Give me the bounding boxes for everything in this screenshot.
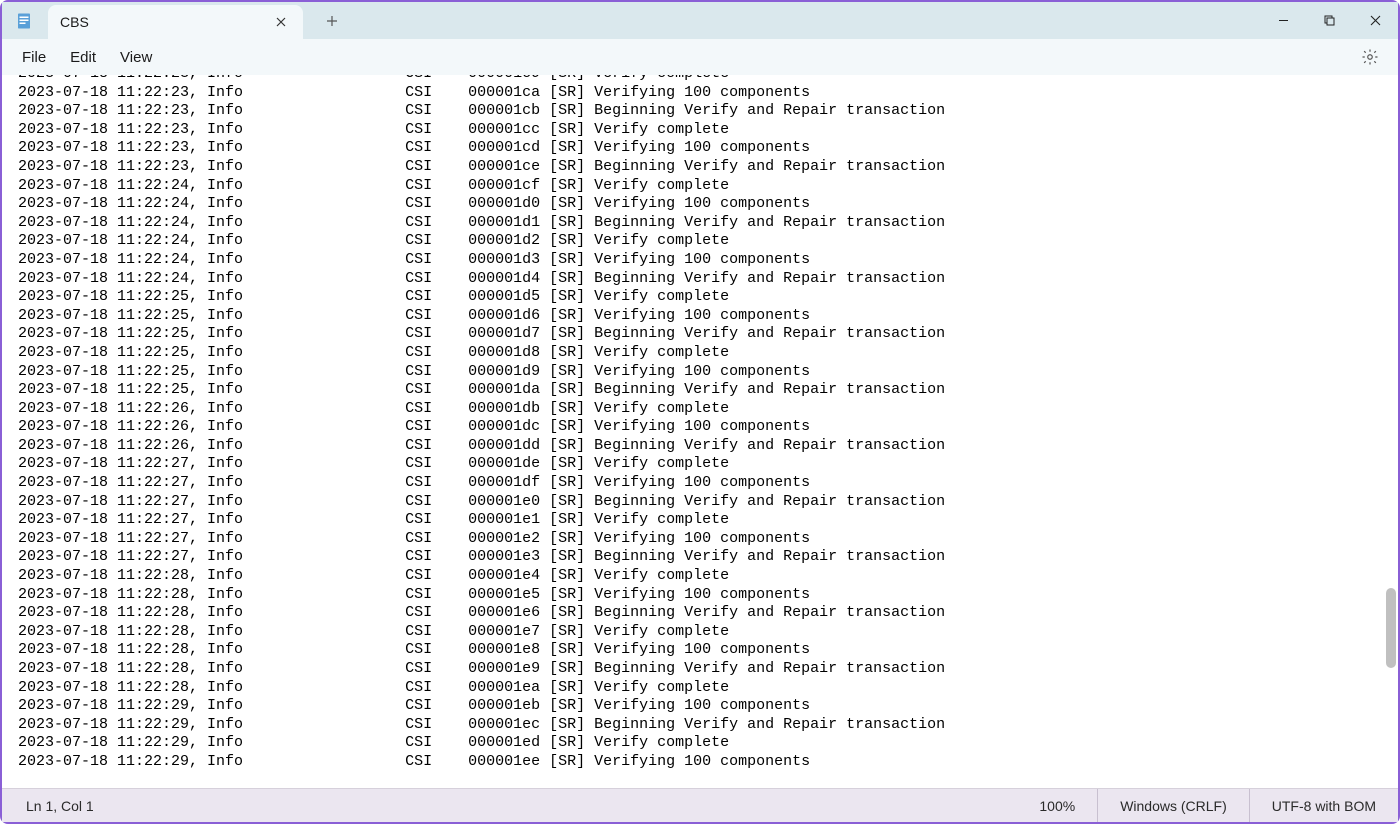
new-tab-button[interactable] [315,4,349,38]
minimize-button[interactable] [1260,2,1306,39]
text-editor[interactable]: 2023-07-18 11:22:23, Info CSI 000001c9 [… [2,75,1398,788]
maximize-button[interactable] [1306,2,1352,39]
notepad-app-icon [14,11,34,31]
menubar-left: File Edit View [10,43,164,72]
status-zoom[interactable]: 100% [1017,789,1097,822]
status-cursor-position: Ln 1, Col 1 [2,798,1017,814]
status-line-ending[interactable]: Windows (CRLF) [1097,789,1249,822]
menubar: File Edit View [2,39,1398,75]
tab-close-button[interactable] [271,12,291,32]
menu-edit[interactable]: Edit [58,43,108,72]
menu-file[interactable]: File [10,43,58,72]
settings-button[interactable] [1358,45,1382,69]
tab-title: CBS [60,14,271,30]
status-encoding[interactable]: UTF-8 with BOM [1249,789,1398,822]
titlebar-left: CBS [2,2,349,39]
vertical-scrollbar-thumb[interactable] [1386,588,1396,668]
editor-content[interactable]: 2023-07-18 11:22:23, Info CSI 000001c9 [… [2,75,1398,772]
statusbar: Ln 1, Col 1 100% Windows (CRLF) UTF-8 wi… [2,788,1398,822]
close-window-button[interactable] [1352,2,1398,39]
menu-view[interactable]: View [108,43,164,72]
document-tab[interactable]: CBS [48,5,303,39]
titlebar: CBS [2,2,1398,39]
window-controls [1260,2,1398,39]
